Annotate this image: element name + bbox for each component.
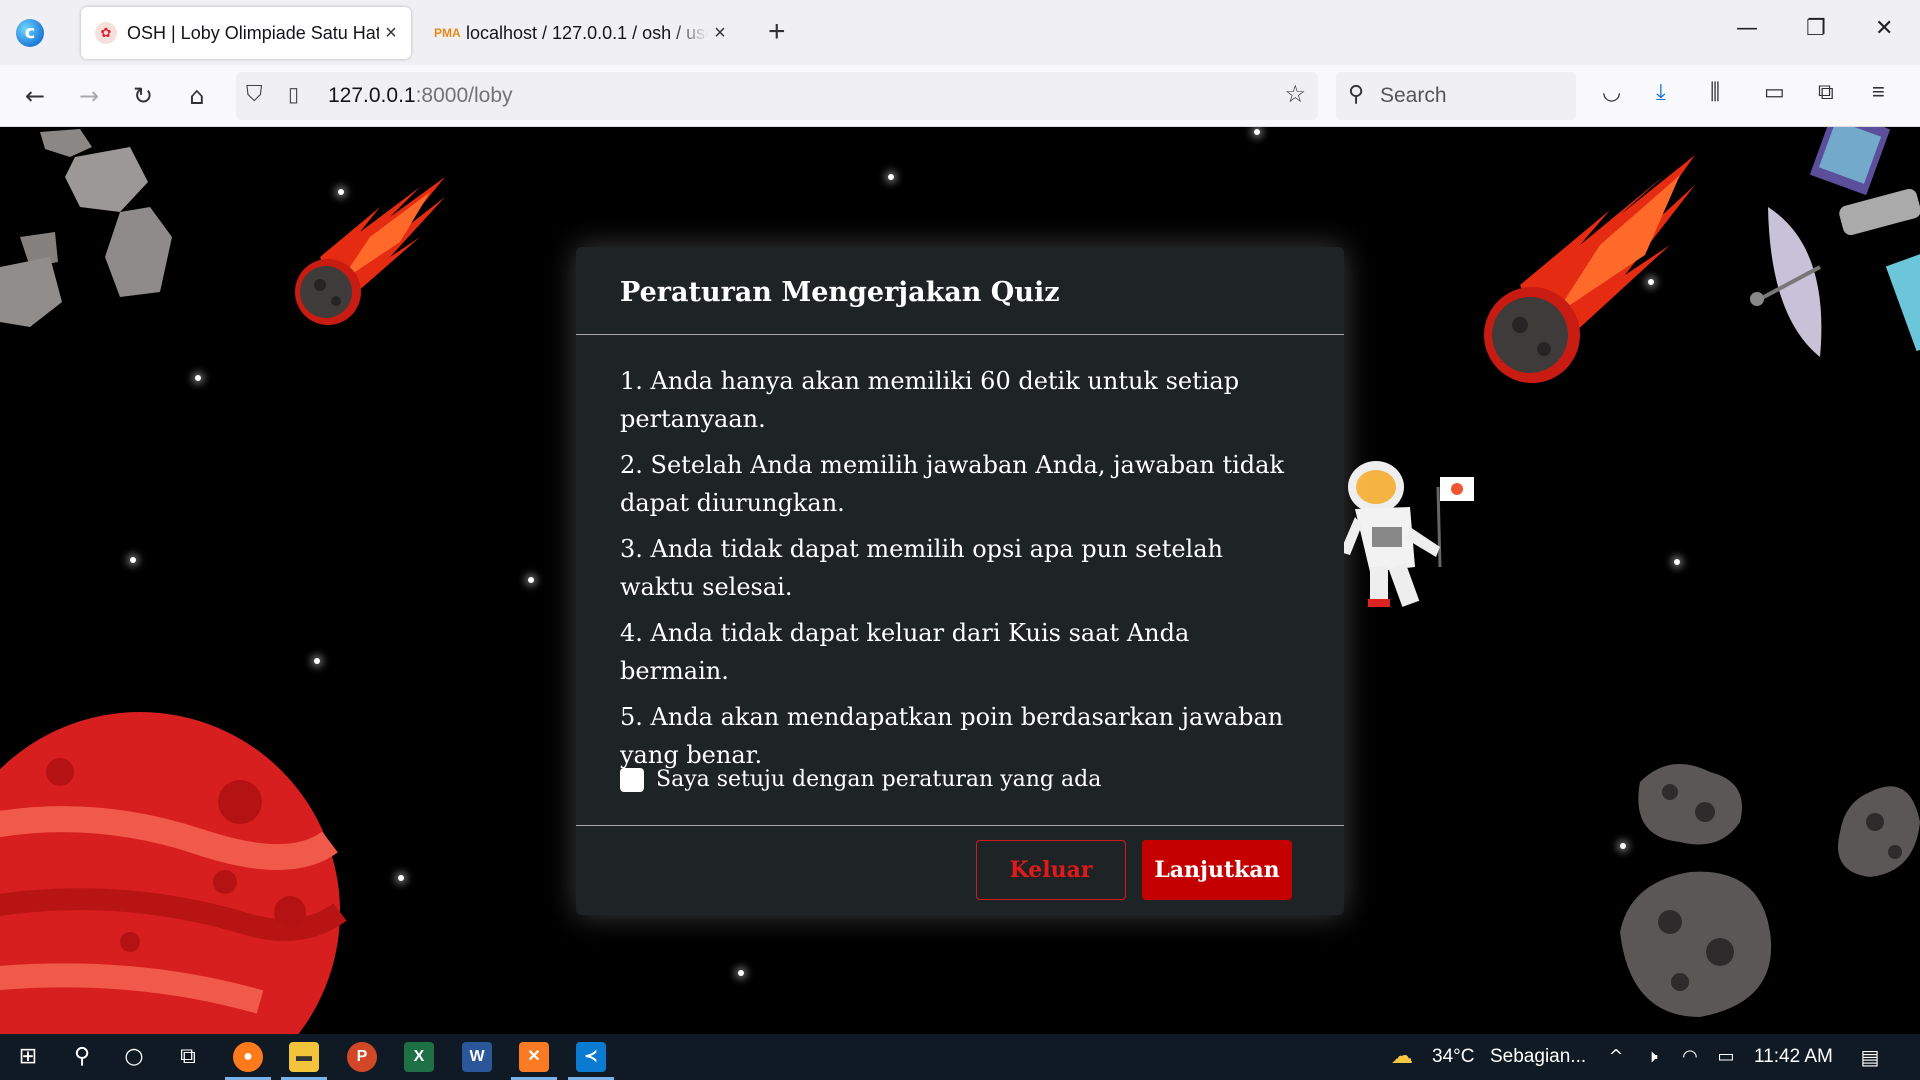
meteor-right xyxy=(1484,155,1695,383)
asteroid-cluster-right xyxy=(1620,764,1920,1017)
back-icon[interactable]: ← xyxy=(18,79,52,113)
close-tab-icon[interactable]: × xyxy=(379,22,403,45)
phpmyadmin-favicon-icon: PMA xyxy=(434,26,461,40)
clock-time[interactable]: 11:42 AM xyxy=(1754,1046,1833,1068)
library-icon[interactable]: ⫼ xyxy=(1710,79,1720,105)
windows-start-icon[interactable]: ⊞ xyxy=(12,1041,44,1073)
new-tab-button[interactable]: + xyxy=(768,17,786,47)
sidebar-icon[interactable]: ▭ xyxy=(1764,79,1785,105)
minimize-icon[interactable]: — xyxy=(1736,16,1758,41)
task-view-icon[interactable]: ⧉ xyxy=(172,1041,204,1073)
reload-icon[interactable]: ↻ xyxy=(126,79,160,113)
forward-icon[interactable]: → xyxy=(72,79,106,113)
browser-logo-icon: c xyxy=(16,19,44,47)
continue-button[interactable]: Lanjutkan xyxy=(1142,840,1292,900)
tab-osh-loby[interactable]: ✿ OSH | Loby Olimpiade Satu Hati × xyxy=(81,7,411,59)
rule-item: 5. Anda akan mendapatkan poin berdasarka… xyxy=(620,703,1284,769)
firefox-app-icon[interactable]: ● xyxy=(233,1042,263,1072)
excel-app-icon[interactable]: X xyxy=(404,1042,434,1072)
rules-list: 1. Anda hanya akan memiliki 60 detik unt… xyxy=(620,362,1300,782)
file-explorer-app-icon[interactable]: ▬ xyxy=(289,1042,319,1072)
windows-taskbar: ⊞ ⚲ ○ ⧉ ● ▬ P X W ✕ ≺ ☁ 34°C Sebagian...… xyxy=(0,1034,1920,1080)
star-decoration xyxy=(314,658,320,664)
volume-muted-icon[interactable]: 🕨 xyxy=(1636,1041,1668,1073)
quiz-rules-modal: Peraturan Mengerjakan Quiz 1. Anda hanya… xyxy=(576,247,1344,915)
word-app-icon[interactable]: W xyxy=(462,1042,492,1072)
meteor-left xyxy=(295,177,445,325)
browser-navbar: ← → ↻ ⌂ ⛉ ▯ 127.0.0.1:8000/loby ☆ ⚲ Sear… xyxy=(0,65,1920,127)
search-icon[interactable]: ⚲ xyxy=(66,1041,98,1073)
star-decoration xyxy=(528,577,534,583)
star-decoration xyxy=(1254,129,1260,135)
agree-checkbox-row[interactable]: Saya setuju dengan peraturan yang ada xyxy=(620,767,1101,792)
search-icon: ⚲ xyxy=(1348,81,1365,106)
vscode-app-icon[interactable]: ≺ xyxy=(576,1042,606,1072)
space-lobby-background: Peraturan Mengerjakan Quiz 1. Anda hanya… xyxy=(0,127,1920,1034)
satellite-illustration xyxy=(1750,127,1920,357)
address-bar[interactable]: ⛉ ▯ 127.0.0.1:8000/loby ☆ xyxy=(236,72,1318,120)
cortana-icon[interactable]: ○ xyxy=(118,1041,150,1073)
modal-title: Peraturan Mengerjakan Quiz xyxy=(620,277,1060,308)
weather-temperature[interactable]: 34°C xyxy=(1432,1046,1474,1068)
star-decoration xyxy=(130,557,136,563)
close-tab-icon[interactable]: × xyxy=(708,22,732,45)
screenshot-icon[interactable]: ⧉ xyxy=(1818,79,1834,105)
modal-footer: Keluar Lanjutkan xyxy=(576,825,1344,915)
pocket-icon[interactable]: ◡ xyxy=(1602,79,1621,105)
tab-title: localhost / 127.0.0.1 / osh / user xyxy=(466,22,708,43)
xampp-app-icon[interactable]: ✕ xyxy=(519,1042,549,1072)
agree-checkbox[interactable] xyxy=(620,767,644,792)
bookmark-star-icon[interactable]: ☆ xyxy=(1284,80,1306,109)
tab-phpmyadmin[interactable]: PMA localhost / 127.0.0.1 / osh / user × xyxy=(420,7,740,59)
star-decoration xyxy=(1674,559,1680,565)
notification-icon[interactable]: ▤ xyxy=(1854,1041,1886,1073)
download-icon[interactable]: ⤓ xyxy=(1656,79,1666,105)
tracking-shield-icon[interactable]: ⛉ xyxy=(246,81,263,107)
restore-icon[interactable]: ❐ xyxy=(1806,16,1826,41)
search-input[interactable]: ⚲ Search xyxy=(1336,72,1576,120)
osh-favicon-icon: ✿ xyxy=(95,22,117,44)
asteroid-cluster-left xyxy=(0,129,172,327)
modal-header: Peraturan Mengerjakan Quiz xyxy=(576,247,1344,335)
menu-icon[interactable]: ≡ xyxy=(1872,79,1885,105)
rule-item: 4. Anda tidak dapat keluar dari Kuis saa… xyxy=(620,619,1190,685)
search-placeholder: Search xyxy=(1380,84,1447,107)
powerpoint-app-icon[interactable]: P xyxy=(347,1042,377,1072)
exit-button[interactable]: Keluar xyxy=(976,840,1126,900)
browser-tabbar: c ✿ OSH | Loby Olimpiade Satu Hati × PMA… xyxy=(0,0,1920,65)
red-planet-illustration xyxy=(0,712,347,1034)
close-window-icon[interactable]: ✕ xyxy=(1875,16,1893,41)
wifi-icon[interactable]: ◠ xyxy=(1674,1041,1706,1073)
show-hidden-icons-icon[interactable]: ^ xyxy=(1600,1041,1632,1073)
star-decoration xyxy=(888,174,894,180)
weather-icon[interactable]: ☁ xyxy=(1386,1041,1418,1073)
rule-item: 3. Anda tidak dapat memilih opsi apa pun… xyxy=(620,535,1223,601)
star-decoration xyxy=(195,375,201,381)
rule-item: 1. Anda hanya akan memiliki 60 detik unt… xyxy=(620,367,1240,433)
url-text: 127.0.0.1:8000/loby xyxy=(328,84,513,107)
weather-description[interactable]: Sebagian... xyxy=(1490,1046,1586,1068)
battery-icon[interactable]: ▭ xyxy=(1710,1041,1742,1073)
astronaut-illustration xyxy=(1340,461,1474,607)
star-decoration xyxy=(398,875,404,881)
rule-item: 2. Setelah Anda memilih jawaban Anda, ja… xyxy=(620,451,1284,517)
agree-label: Saya setuju dengan peraturan yang ada xyxy=(656,767,1102,792)
tab-title: OSH | Loby Olimpiade Satu Hati xyxy=(127,22,379,43)
page-info-icon[interactable]: ▯ xyxy=(288,82,299,107)
star-decoration xyxy=(738,970,744,976)
home-icon[interactable]: ⌂ xyxy=(180,79,214,113)
